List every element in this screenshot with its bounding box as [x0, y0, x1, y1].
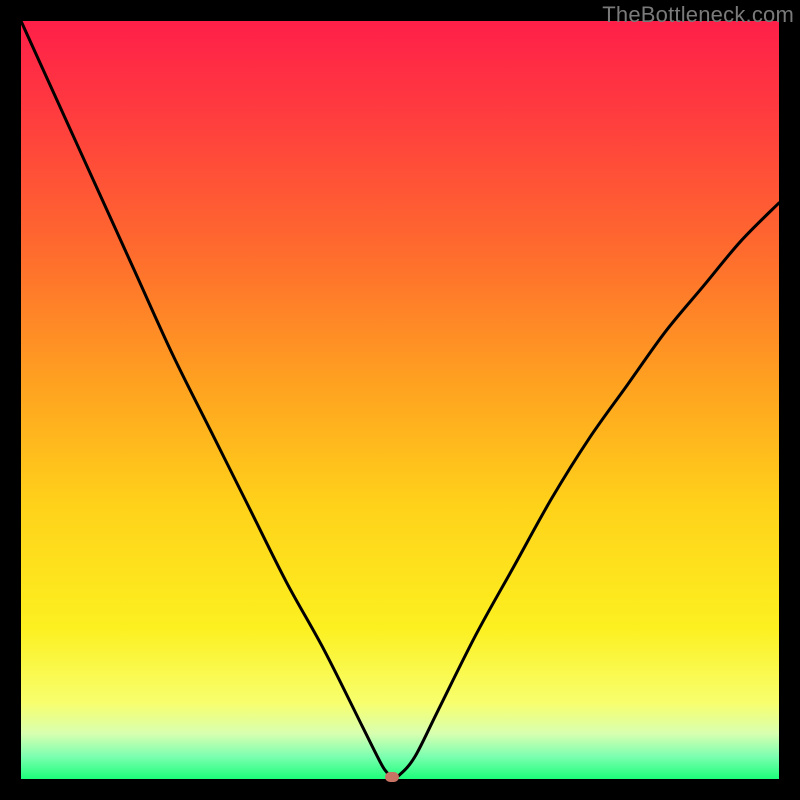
curve-svg — [21, 21, 779, 779]
minimum-marker — [385, 772, 399, 782]
chart-frame: TheBottleneck.com — [0, 0, 800, 800]
plot-area — [21, 21, 779, 779]
watermark-text: TheBottleneck.com — [602, 2, 794, 28]
bottleneck-curve — [21, 21, 779, 777]
